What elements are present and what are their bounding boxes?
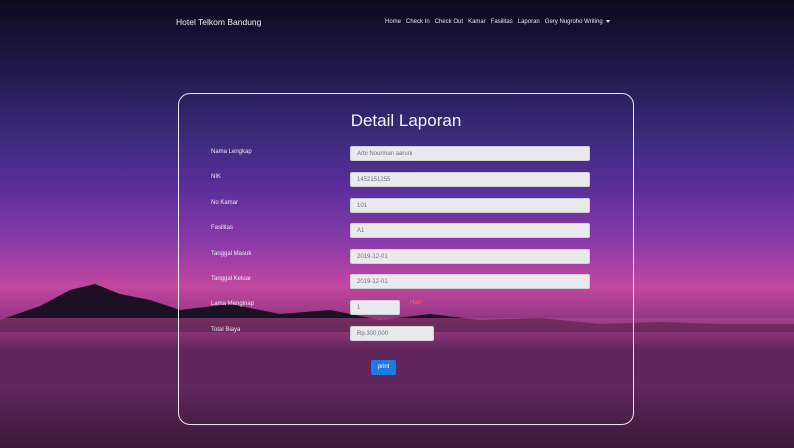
field-tanggal-masuk[interactable]: 2019-12-01 <box>350 249 590 264</box>
label-no-kamar: No Kamar <box>211 200 239 206</box>
print-button[interactable]: print <box>371 360 396 375</box>
user-name: Gery Nugroho Writing <box>544 19 603 25</box>
nav-link-check-out[interactable]: Check Out <box>435 19 463 25</box>
label-lama-menginap: Lama Menginap <box>211 301 255 307</box>
nav-links: Home Check In Check Out Kamar Fasilitas … <box>385 19 610 25</box>
field-tanggal-keluar[interactable]: 2019-12-01 <box>350 274 590 289</box>
label-tanggal-masuk: Tanggal Masuk <box>211 251 252 257</box>
nav-link-laporan[interactable]: Laporan <box>518 19 540 25</box>
user-dropdown[interactable]: Gery Nugroho Writing <box>545 19 610 25</box>
nav-link-kamar[interactable]: Kamar <box>468 19 486 25</box>
nav-link-fasilitas[interactable]: Fasilitas <box>491 19 513 25</box>
nav-link-check-in[interactable]: Check In <box>406 19 430 25</box>
field-lama-menginap[interactable]: 1 <box>350 300 400 315</box>
field-nik[interactable]: 1452151255 <box>350 172 590 187</box>
nav-link-home[interactable]: Home <box>385 19 401 25</box>
label-fasilitas: Fasilitas <box>211 225 234 231</box>
field-fasilitas[interactable]: A1 <box>350 223 590 238</box>
field-nama-lengkap[interactable]: Arbi Nourman aaruni <box>350 146 590 161</box>
label-total-biaya: Total Biaya <box>211 327 241 333</box>
label-nik: NIK <box>211 174 222 180</box>
chevron-down-icon <box>605 19 610 23</box>
lama-menginap-suffix: Hari <box>410 300 422 306</box>
report-card: Detail Laporan Nama Lengkap Arbi Nourman… <box>178 93 634 425</box>
page-title: Detail Laporan <box>350 111 462 130</box>
field-total-biaya[interactable]: Rp.300,000 <box>350 326 434 341</box>
navbar-brand[interactable]: Hotel Telkom Bandung <box>176 17 261 27</box>
navbar: Hotel Telkom Bandung Home Check In Check… <box>0 0 794 44</box>
label-tanggal-keluar: Tanggal Keluar <box>211 276 252 282</box>
field-no-kamar[interactable]: 101 <box>350 198 590 213</box>
label-nama-lengkap: Nama Lengkap <box>211 149 252 155</box>
